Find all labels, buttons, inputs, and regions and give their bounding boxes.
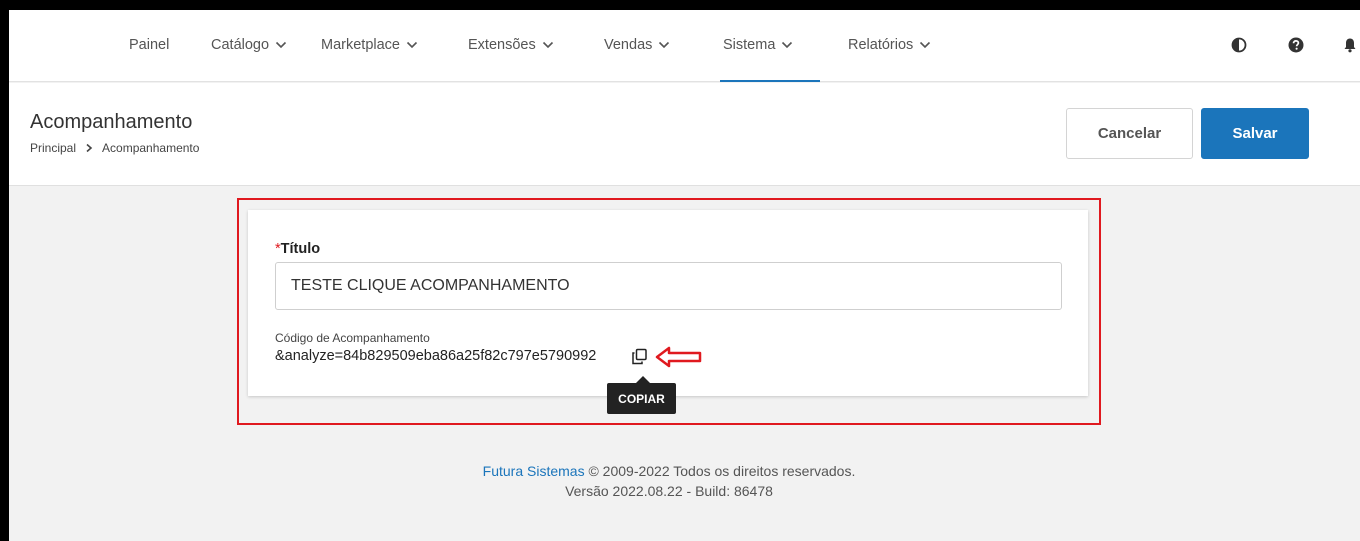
nav-item-label: Vendas <box>604 37 653 53</box>
annotation-highlight-box <box>237 198 1101 425</box>
footer: Futura Sistemas © 2009-2022 Todos os dir… <box>9 461 1329 501</box>
bell-icon[interactable] <box>1342 37 1358 53</box>
help-icon[interactable] <box>1288 37 1304 53</box>
nav-item-label: Relatórios <box>848 37 914 53</box>
nav-item-catalogo[interactable]: Catálogo <box>211 37 287 53</box>
cancel-button[interactable]: Cancelar <box>1066 108 1193 159</box>
active-tab-indicator <box>720 80 820 82</box>
company-link[interactable]: Futura Sistemas <box>483 463 585 479</box>
chevron-down-icon <box>920 41 931 49</box>
nav-item-sistema[interactable]: Sistema <box>723 37 793 53</box>
nav-item-marketplace[interactable]: Marketplace <box>321 37 418 53</box>
nav-item-extensoes[interactable]: Extensões <box>468 37 554 53</box>
nav-item-painel[interactable]: Painel <box>129 37 169 53</box>
nav-item-label: Catálogo <box>211 37 270 53</box>
nav-item-label: Painel <box>129 37 170 53</box>
breadcrumb-item-principal[interactable]: Principal <box>30 141 76 155</box>
nav-item-relatorios[interactable]: Relatórios <box>848 37 931 53</box>
breadcrumb: Principal Acompanhamento <box>30 141 199 155</box>
nav-item-label: Marketplace <box>321 37 400 53</box>
footer-copyright-line: Futura Sistemas © 2009-2022 Todos os dir… <box>9 461 1329 481</box>
version-text: Versão 2022.08.22 - Build: 86478 <box>565 483 773 499</box>
chevron-down-icon <box>406 41 418 49</box>
chevron-down-icon <box>782 41 793 49</box>
save-button[interactable]: Salvar <box>1201 108 1309 159</box>
copyright-text: © 2009-2022 Todos os direitos reservados… <box>588 463 856 479</box>
nav-item-label: Sistema <box>723 37 776 53</box>
nav-item-label: Extensões <box>468 37 536 53</box>
chevron-down-icon <box>275 41 287 49</box>
chevron-right-icon <box>86 143 93 153</box>
chevron-down-icon <box>542 41 553 49</box>
nav-item-vendas[interactable]: Vendas <box>604 37 670 53</box>
chevron-down-icon <box>659 41 670 49</box>
top-navigation: Painel Catálogo Marketplace Extensões Ve… <box>9 10 1360 82</box>
breadcrumb-item-current: Acompanhamento <box>102 141 200 155</box>
contrast-icon[interactable] <box>1231 37 1247 53</box>
page-header: Acompanhamento Principal Acompanhamento … <box>9 83 1360 186</box>
app-frame: Painel Catálogo Marketplace Extensões Ve… <box>9 10 1360 541</box>
page-title: Acompanhamento <box>30 111 193 133</box>
